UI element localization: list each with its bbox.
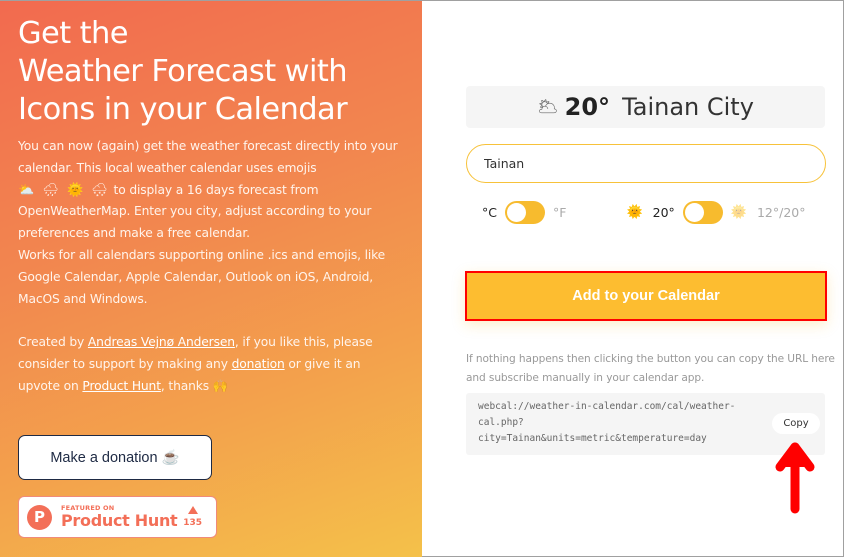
- title-line-1: Get the: [18, 16, 129, 51]
- ph-vote-count: 135: [183, 518, 202, 528]
- weather-emojis-icon: ⛅ 🌧 🌞 🌨: [18, 182, 110, 198]
- fahrenheit-label: °F: [552, 204, 567, 220]
- product-hunt-link[interactable]: Product Hunt: [82, 379, 161, 393]
- upvote-triangle-icon: [187, 506, 198, 514]
- make-donation-button[interactable]: Make a donation ☕: [18, 435, 212, 480]
- form-panel: 🌥 20° Tainan City °C °F 🌞 20° 🌞 12°/20° …: [422, 1, 843, 557]
- unit-toggle[interactable]: [504, 200, 545, 224]
- red-arrow-annotation-icon: [775, 442, 815, 514]
- temperature-toggle[interactable]: [682, 200, 723, 224]
- weather-city: Tainan City: [622, 93, 754, 121]
- ph-text: FEATURED ON Product Hunt: [61, 505, 178, 531]
- help-text: If nothing happens then clicking the but…: [466, 353, 835, 384]
- credit-suffix: , thanks 🙌: [160, 378, 228, 393]
- desc-text-a: You can now (again) get the weather fore…: [18, 139, 398, 175]
- cloud-sun-icon: 🌥: [537, 97, 559, 117]
- city-input[interactable]: [466, 144, 826, 183]
- hero-panel: Get the Weather Forecast with Icons in y…: [0, 1, 422, 557]
- author-link[interactable]: Andreas Vejnø Andersen: [88, 335, 235, 349]
- sun-icon: 🌞: [626, 204, 643, 220]
- copy-button[interactable]: Copy: [772, 413, 820, 434]
- description: You can now (again) get the weather fore…: [18, 136, 404, 310]
- weather-temperature: 20°: [564, 93, 611, 121]
- day-temp-label: 20°: [652, 204, 675, 220]
- calendar-url[interactable]: webcal://weather-in-calendar.com/cal/wea…: [478, 399, 768, 447]
- toggle-knob: [506, 202, 526, 222]
- product-hunt-badge[interactable]: P FEATURED ON Product Hunt 135: [18, 496, 217, 538]
- product-hunt-logo-icon: P: [27, 504, 52, 530]
- sun-dim-icon: 🌞: [730, 204, 747, 220]
- page-title: Get the Weather Forecast with Icons in y…: [18, 15, 404, 129]
- toggle-knob: [684, 202, 704, 222]
- description-paragraph-2: Works for all calendars supporting onlin…: [18, 247, 386, 306]
- description-paragraph-1: You can now (again) get the weather fore…: [18, 136, 404, 245]
- celsius-label: °C: [482, 204, 497, 220]
- credit-text: Created by Andreas Vejnø Andersen, if yo…: [18, 332, 404, 397]
- ph-votes: 135: [183, 506, 202, 528]
- range-temp-label: 12°/20°: [756, 204, 806, 220]
- add-to-calendar-button[interactable]: Add to your Calendar: [465, 271, 827, 321]
- credit-prefix: Created by: [18, 335, 88, 350]
- options-row: °C °F 🌞 20° 🌞 12°/20°: [482, 199, 822, 225]
- title-line-3: Icons in your Calendar: [18, 92, 348, 127]
- ph-name: Product Hunt: [61, 511, 178, 531]
- weather-preview: 🌥 20° Tainan City: [466, 86, 825, 128]
- calendar-url-box: webcal://weather-in-calendar.com/cal/wea…: [466, 393, 825, 455]
- title-line-2: Weather Forecast with: [18, 54, 348, 89]
- donation-link[interactable]: donation: [232, 357, 285, 371]
